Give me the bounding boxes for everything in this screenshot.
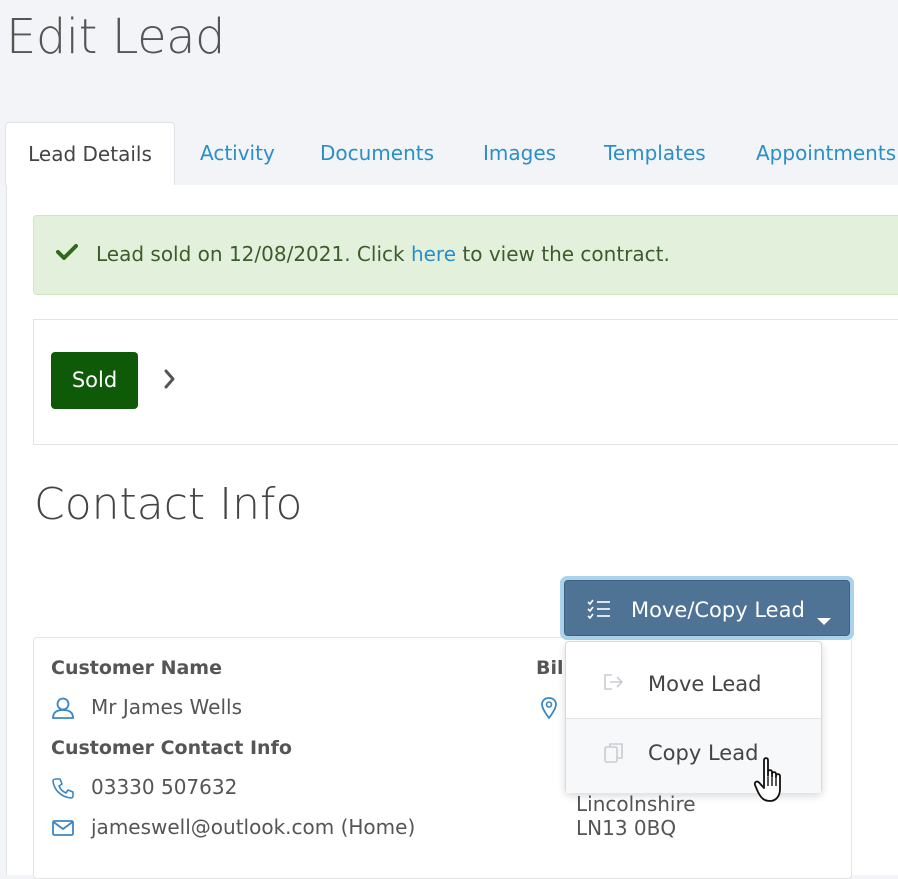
email-address[interactable]: jameswell@outlook.com (Home) [91,815,415,839]
move-copy-lead-button[interactable]: Move/Copy Lead [560,576,854,640]
copy-lead-label: Copy Lead [648,741,759,765]
lead-status-box: Sold [33,319,898,445]
chevron-right-icon[interactable] [164,369,176,393]
caret-down-icon [817,607,831,631]
move-lead-menu-item[interactable]: Move Lead [566,642,821,716]
copy-icon [602,741,626,770]
move-icon [602,672,626,697]
address-postcode: LN13 0BQ [576,816,677,840]
address-county: Lincolnshire [576,792,696,816]
tab-activity[interactable]: Activity [200,122,275,184]
alert-text-suffix: to view the contract. [456,242,670,266]
customer-name: Mr James Wells [91,695,242,719]
tab-appointments[interactable]: Appointments [756,122,896,184]
user-icon [51,697,75,724]
sold-alert: Lead sold on 12/08/2021. Click here to v… [33,215,898,295]
move-copy-lead-button-inner[interactable]: Move/Copy Lead [564,580,850,636]
status-badge[interactable]: Sold [51,352,138,409]
tab-lead-details[interactable]: Lead Details [5,122,175,186]
checklist-icon [587,599,611,624]
envelope-icon [51,817,75,844]
check-icon [56,243,78,265]
customer-contact-info-label: Customer Contact Info [51,737,292,759]
contract-link[interactable]: here [411,242,456,266]
alert-message: Lead sold on 12/08/2021. Click here to v… [96,240,670,268]
phone-number[interactable]: 03330 507632 [91,775,237,799]
map-pin-icon [539,696,559,724]
tab-documents[interactable]: Documents [320,122,434,184]
page-title: Edit Lead [6,9,226,65]
move-copy-lead-label: Move/Copy Lead [631,598,805,622]
alert-text-prefix: Lead sold on 12/08/2021. Click [96,242,411,266]
hand-cursor-icon [753,756,788,808]
tab-templates[interactable]: Templates [604,122,706,184]
customer-name-label: Customer Name [51,657,222,679]
tab-bar: Lead Details Activity Documents Images T… [5,122,898,186]
contact-info-title: Contact Info [34,479,303,530]
tab-images[interactable]: Images [483,122,556,184]
move-lead-label: Move Lead [648,672,762,696]
phone-icon [51,777,75,804]
